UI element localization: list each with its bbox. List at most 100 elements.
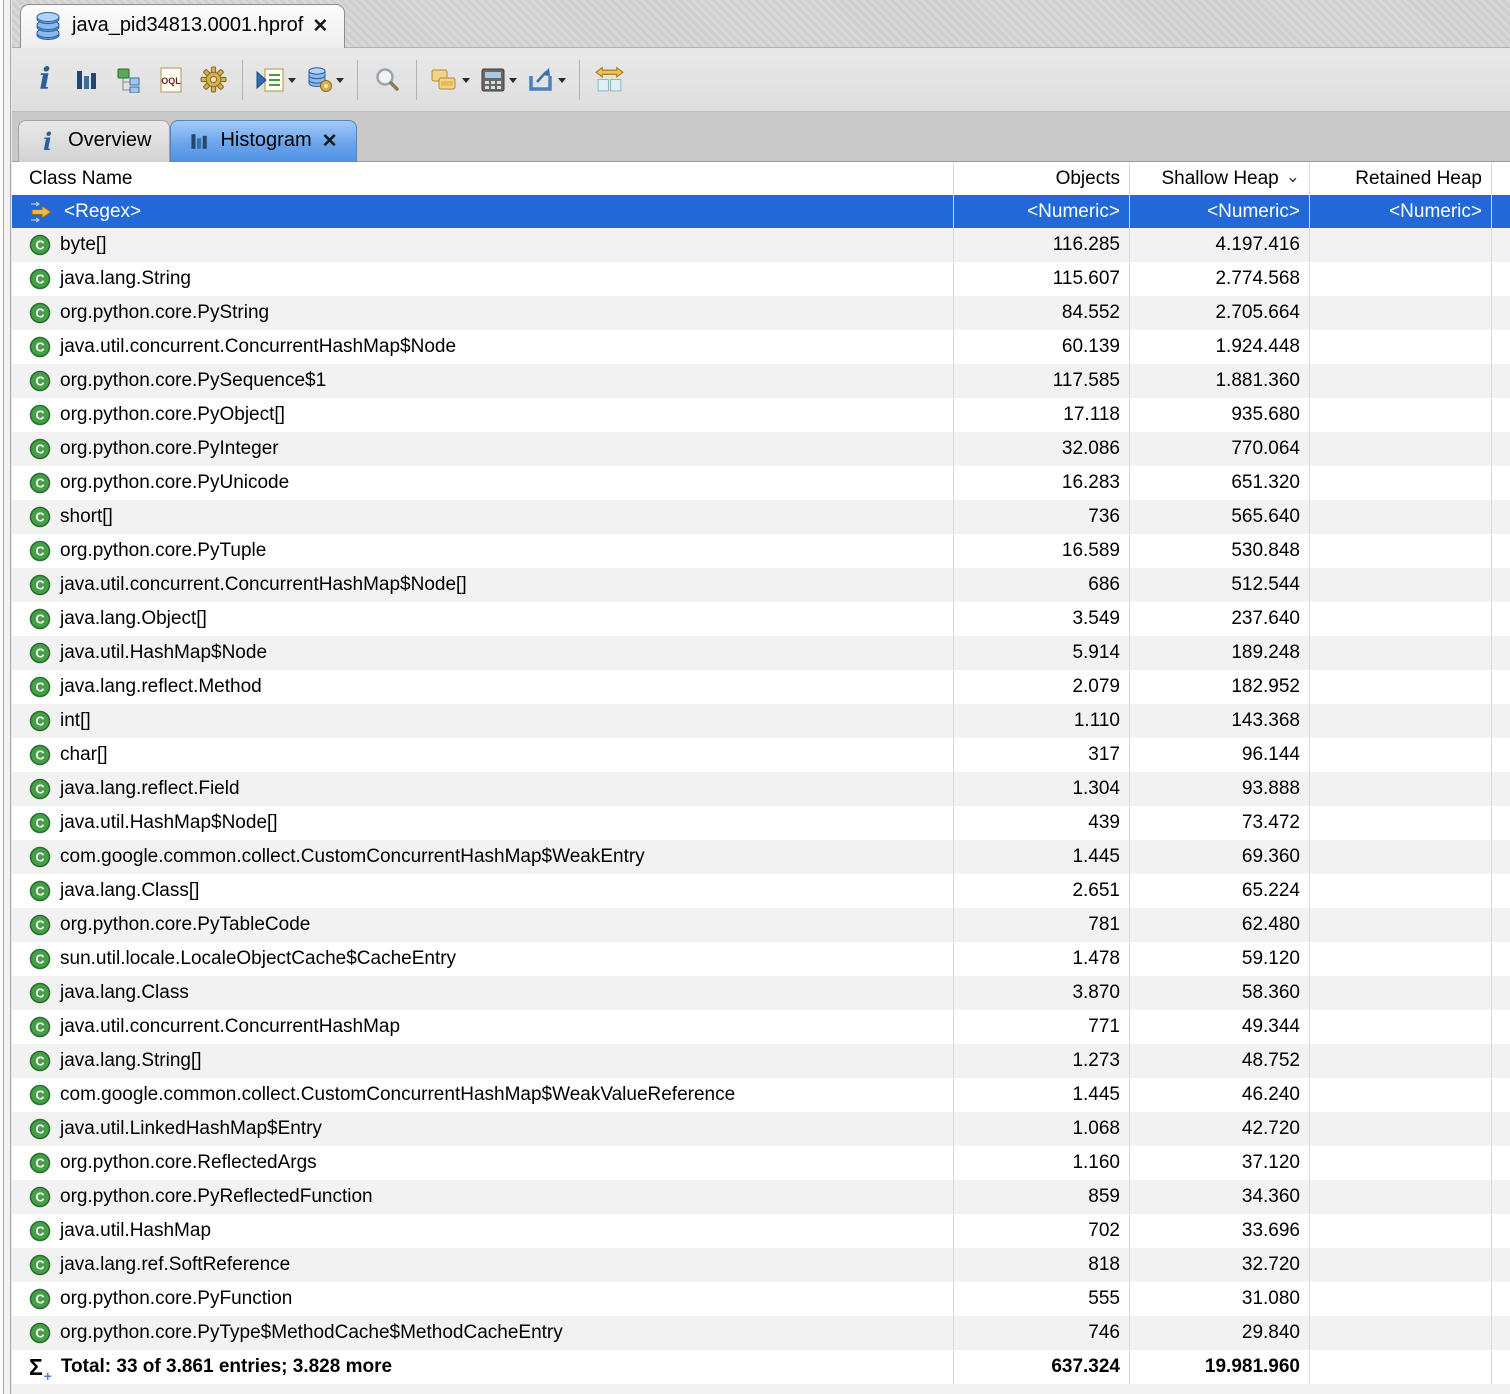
class-icon: C bbox=[29, 948, 51, 970]
table-row[interactable]: C org.python.core.PyInteger 32.086 770.0… bbox=[12, 432, 1510, 466]
close-icon[interactable]: ✕ bbox=[322, 132, 338, 151]
objects-value: 1.445 bbox=[954, 840, 1130, 874]
table-row[interactable]: C org.python.core.PyReflectedFunction 85… bbox=[12, 1180, 1510, 1214]
class-icon: C bbox=[29, 1288, 51, 1310]
table-row[interactable]: C org.python.core.PyTableCode 781 62.480 bbox=[12, 908, 1510, 942]
objects-value: 115.607 bbox=[954, 262, 1130, 296]
heap-dump-settings-button[interactable] bbox=[303, 58, 347, 102]
info-button[interactable]: i bbox=[26, 58, 64, 102]
retained-heap-value bbox=[1310, 1316, 1492, 1350]
objects-value: 60.139 bbox=[954, 330, 1130, 364]
table-row[interactable]: C sun.util.locale.LocaleObjectCache$Cach… bbox=[12, 942, 1510, 976]
class-name: char[] bbox=[60, 744, 108, 766]
sigma-total-icon: Σ+ bbox=[29, 1356, 49, 1379]
table-row[interactable]: C java.lang.Class[] 2.651 65.224 bbox=[12, 874, 1510, 908]
row-gutter bbox=[1492, 806, 1510, 840]
class-name: java.util.HashMap$Node[] bbox=[60, 812, 278, 834]
calculator-button[interactable] bbox=[477, 58, 520, 102]
retained-heap-value bbox=[1310, 1248, 1492, 1282]
search-button[interactable] bbox=[368, 58, 406, 102]
dominator-tree-button[interactable] bbox=[110, 58, 148, 102]
table-row[interactable]: C java.lang.Class 3.870 58.360 bbox=[12, 976, 1510, 1010]
column-header-objects[interactable]: Objects bbox=[954, 162, 1130, 195]
group-result-button[interactable] bbox=[427, 58, 473, 102]
objects-value: 2.651 bbox=[954, 874, 1130, 908]
table-row[interactable]: C org.python.core.PyObject[] 17.118 935.… bbox=[12, 398, 1510, 432]
objects-value: 16.589 bbox=[954, 534, 1130, 568]
table-row[interactable]: C short[] 736 565.640 bbox=[12, 500, 1510, 534]
shallow-heap-value: 42.720 bbox=[1130, 1112, 1310, 1146]
retained-heap-value bbox=[1310, 636, 1492, 670]
objects-value: 17.118 bbox=[954, 398, 1130, 432]
table-row[interactable]: C org.python.core.PySequence$1 117.585 1… bbox=[12, 364, 1510, 398]
filter-row[interactable]: <Regex> <Numeric> <Numeric> <Numeric> bbox=[12, 195, 1510, 228]
table-row[interactable]: C org.python.core.PyUnicode 16.283 651.3… bbox=[12, 466, 1510, 500]
tab-overview[interactable]: i Overview bbox=[18, 120, 170, 162]
class-name: org.python.core.PyObject[] bbox=[60, 404, 285, 426]
table-row[interactable]: C java.util.LinkedHashMap$Entry 1.068 42… bbox=[12, 1112, 1510, 1146]
table-row[interactable]: C org.python.core.PyFunction 555 31.080 bbox=[12, 1282, 1510, 1316]
run-expert-query-button[interactable] bbox=[253, 58, 299, 102]
table-row[interactable]: C java.lang.String 115.607 2.774.568 bbox=[12, 262, 1510, 296]
close-icon[interactable]: ✕ bbox=[312, 17, 328, 36]
retained-heap-value bbox=[1310, 1078, 1492, 1112]
chevron-down-icon bbox=[288, 78, 296, 87]
table-row[interactable]: C java.lang.String[] 1.273 48.752 bbox=[12, 1044, 1510, 1078]
table-row[interactable]: C org.python.core.PyTuple 16.589 530.848 bbox=[12, 534, 1510, 568]
compare-button[interactable] bbox=[590, 58, 628, 102]
svg-text:C: C bbox=[35, 987, 44, 1001]
class-name: java.util.HashMap bbox=[60, 1220, 211, 1242]
table-row[interactable]: C org.python.core.PyType$MethodCache$Met… bbox=[12, 1316, 1510, 1350]
retained-heap-value bbox=[1310, 806, 1492, 840]
customize-button[interactable] bbox=[194, 58, 232, 102]
regex-filter-input[interactable]: <Regex> bbox=[12, 195, 954, 228]
table-row[interactable]: C java.util.concurrent.ConcurrentHashMap… bbox=[12, 1010, 1510, 1044]
table-row[interactable]: C org.python.core.ReflectedArgs 1.160 37… bbox=[12, 1146, 1510, 1180]
svg-text:C: C bbox=[35, 1089, 44, 1103]
class-name: com.google.common.collect.CustomConcurre… bbox=[60, 846, 645, 868]
table-row[interactable]: C int[] 1.110 143.368 bbox=[12, 704, 1510, 738]
row-gutter bbox=[1492, 772, 1510, 806]
table-row[interactable]: C java.lang.reflect.Method 2.079 182.952 bbox=[12, 670, 1510, 704]
histogram-icon bbox=[74, 67, 100, 93]
retained-heap-filter-input[interactable]: <Numeric> bbox=[1310, 195, 1492, 228]
table-row[interactable]: C java.util.HashMap$Node[] 439 73.472 bbox=[12, 806, 1510, 840]
table-row[interactable]: C byte[] 116.285 4.197.416 bbox=[12, 228, 1510, 262]
table-row[interactable]: C org.python.core.PyString 84.552 2.705.… bbox=[12, 296, 1510, 330]
column-header-shallow-heap[interactable]: Shallow Heap ⌄ bbox=[1130, 162, 1310, 195]
histogram-button[interactable] bbox=[68, 58, 106, 102]
chevron-down-icon bbox=[462, 78, 470, 87]
column-header-class-name[interactable]: Class Name bbox=[12, 162, 954, 195]
table-row[interactable]: C char[] 317 96.144 bbox=[12, 738, 1510, 772]
table-row[interactable]: C java.lang.ref.SoftReference 818 32.720 bbox=[12, 1248, 1510, 1282]
table-row[interactable]: C java.lang.reflect.Field 1.304 93.888 bbox=[12, 772, 1510, 806]
table-row[interactable]: C com.google.common.collect.CustomConcur… bbox=[12, 1078, 1510, 1112]
shallow-heap-value: 565.640 bbox=[1130, 500, 1310, 534]
export-button[interactable] bbox=[524, 58, 569, 102]
class-name: java.lang.reflect.Field bbox=[60, 778, 240, 800]
svg-text:C: C bbox=[35, 613, 44, 627]
objects-value: 1.478 bbox=[954, 942, 1130, 976]
retained-heap-value bbox=[1310, 840, 1492, 874]
row-gutter bbox=[1492, 1010, 1510, 1044]
table-row[interactable]: C java.util.HashMap 702 33.696 bbox=[12, 1214, 1510, 1248]
shallow-heap-filter-input[interactable]: <Numeric> bbox=[1130, 195, 1310, 228]
objects-filter-input[interactable]: <Numeric> bbox=[954, 195, 1130, 228]
class-name: org.python.core.PyUnicode bbox=[60, 472, 289, 494]
oql-button[interactable]: OQL bbox=[152, 58, 190, 102]
svg-text:C: C bbox=[35, 1225, 44, 1239]
table-row[interactable]: C java.util.HashMap$Node 5.914 189.248 bbox=[12, 636, 1510, 670]
class-icon: C bbox=[29, 574, 51, 596]
svg-text:C: C bbox=[35, 1191, 44, 1205]
table-row[interactable]: C java.lang.Object[] 3.549 237.640 bbox=[12, 602, 1510, 636]
row-gutter bbox=[1492, 636, 1510, 670]
table-row[interactable]: C java.util.concurrent.ConcurrentHashMap… bbox=[12, 568, 1510, 602]
table-row[interactable]: C com.google.common.collect.CustomConcur… bbox=[12, 840, 1510, 874]
editor-tab-heap-dump[interactable]: java_pid34813.0001.hprof ✕ bbox=[20, 4, 345, 48]
chevron-down-icon bbox=[558, 78, 566, 87]
table-row[interactable]: C java.util.concurrent.ConcurrentHashMap… bbox=[12, 330, 1510, 364]
tab-histogram[interactable]: Histogram ✕ bbox=[170, 120, 356, 162]
objects-value: 859 bbox=[954, 1180, 1130, 1214]
shallow-heap-value: 143.368 bbox=[1130, 704, 1310, 738]
column-header-retained-heap[interactable]: Retained Heap bbox=[1310, 162, 1492, 195]
